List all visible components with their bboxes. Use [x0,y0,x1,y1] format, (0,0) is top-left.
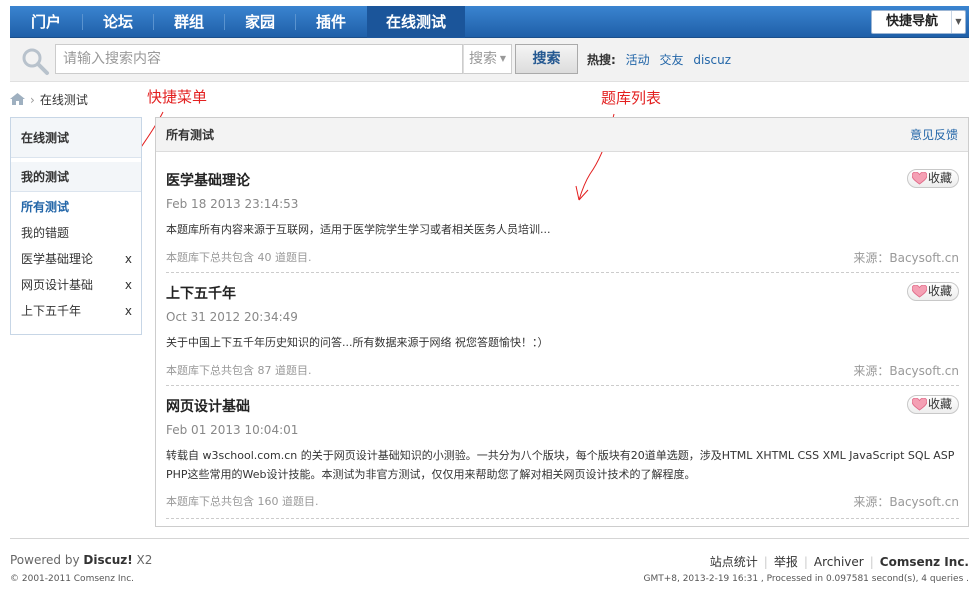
remove-icon[interactable]: x [125,272,132,298]
chevron-right-icon: › [30,93,35,107]
remove-icon[interactable]: x [125,298,132,324]
hot-link-friends[interactable]: 交友 [659,53,683,67]
quiz-date: Feb 18 2013 23:14:53 [166,197,299,211]
nav-item-group[interactable]: 群组 [154,6,224,38]
breadcrumb-current[interactable]: 在线测试 [40,93,88,107]
sidebar-section-title: 我的测试 [11,162,141,192]
sidebar-item-webdesign[interactable]: 网页设计基础 x [11,272,141,298]
quiz-date: Oct 31 2012 20:34:49 [166,310,298,324]
nav-item-home[interactable]: 家园 [225,6,295,38]
quiz-description: 关于中国上下五千年历史知识的问答...所有数据来源于网络 祝您答题愉快！：） [166,336,549,349]
home-icon[interactable] [10,93,25,105]
quiz-question-count: 本题库下总共包含 40 道题目. [166,251,312,264]
favorite-label: 收藏 [928,284,953,298]
hot-link-activity[interactable]: 活动 [626,53,650,67]
sidebar-item-history[interactable]: 上下五千年 x [11,298,141,324]
sidebar-item-label: 网页设计基础 [21,278,94,292]
chevron-down-icon: ▼ [499,54,506,63]
quiz-source: 来源：Bacysoft.cn [853,251,959,265]
annotation-quick-menu: 快捷菜单 [147,88,208,106]
search-button[interactable]: 搜索 [515,44,578,74]
quiz-question-count: 本题库下总共包含 87 道题目. [166,364,312,377]
favorite-button[interactable]: 收藏 [907,282,959,301]
quiz-item: 医学基础理论 收藏 Feb 18 2013 23:14:53 本题库所有内容来源… [166,162,959,273]
panel-title: 所有测试 [166,128,215,142]
search-bar: 请输入搜索内容 搜索 ▼ 搜索 热搜: 活动 交友 discuz [10,38,969,82]
powered-by: Powered by Discuz! X2 [10,553,152,567]
heart-icon [912,398,927,411]
quiz-date: Feb 01 2013 10:04:01 [166,423,299,437]
quiz-description: 本题库所有内容来源于互联网，适用于医学院学生学习或者相关医务人员培训... [166,223,551,236]
sidebar-quick-menu: 在线测试 我的测试 所有测试 我的错题 医学基础理论 x 网页设计基础 x 上下… [10,117,142,335]
quiz-source: 来源：Bacysoft.cn [853,364,959,378]
copyright: © 2001-2011 Comsenz Inc. [10,574,135,584]
sidebar-item-label: 所有测试 [21,200,70,214]
heart-icon [912,172,927,185]
panel-header: 所有测试 意见反馈 [156,118,968,152]
hot-link-discuz[interactable]: discuz [693,53,731,67]
footer-separator: | [803,555,808,569]
footer-link-report[interactable]: 举报 [774,555,798,569]
hot-search-label: 热搜: [587,53,616,67]
footer-separator: | [869,555,874,569]
sidebar-item-my-mistakes[interactable]: 我的错题 [11,220,141,246]
annotation-quiz-list: 题库列表 [601,89,662,107]
sidebar-title[interactable]: 在线测试 [11,118,141,158]
nav-item-plugin[interactable]: 插件 [296,6,366,38]
quiz-description: 转载自 w3school.com.cn 的关于网页设计基础知识的小测验。一共分为… [166,449,955,481]
chevron-down-icon: ▼ [951,11,965,33]
favorite-label: 收藏 [928,171,953,185]
quiz-source: 来源：Bacysoft.cn [853,495,959,509]
quiz-list-panel: 所有测试 意见反馈 医学基础理论 收藏 Feb 18 2013 23:14:53… [155,117,969,527]
footer-link-archiver[interactable]: Archiver [814,555,864,569]
favorite-label: 收藏 [928,397,953,411]
server-stats: GMT+8, 2013-2-19 16:31 , Processed in 0.… [643,574,969,584]
quiz-title[interactable]: 网页设计基础 [166,396,250,416]
quiz-title[interactable]: 上下五千年 [166,283,236,303]
sidebar-item-label: 我的错题 [21,226,70,240]
footer: Powered by Discuz! X2 © 2001-2011 Comsen… [10,538,969,584]
remove-icon[interactable]: x [125,246,132,272]
quiz-item: 网页设计基础 收藏 Feb 01 2013 10:04:01 转载自 w3sch… [166,388,959,519]
search-icon [22,48,49,75]
favorite-button[interactable]: 收藏 [907,395,959,414]
powered-version: X2 [132,553,153,567]
search-type-label: 搜索 [469,51,497,67]
quick-nav-button[interactable]: 快捷导航 ▼ [871,10,966,34]
breadcrumb: › 在线测试 [10,92,88,108]
sidebar-item-label: 医学基础理论 [21,252,94,266]
favorite-button[interactable]: 收藏 [907,169,959,188]
feedback-link[interactable]: 意见反馈 [910,118,958,152]
sidebar-item-medical[interactable]: 医学基础理论 x [11,246,141,272]
quiz-title[interactable]: 医学基础理论 [166,170,250,190]
hot-search: 热搜: 活动 交友 discuz [587,51,731,68]
powered-brand[interactable]: Discuz! [83,553,132,567]
footer-links: 站点统计 | 举报 | Archiver | Comsenz Inc. [710,553,969,570]
powered-prefix: Powered by [10,553,84,567]
footer-link-stats[interactable]: 站点统计 [710,555,758,569]
nav-item-online-test[interactable]: 在线测试 [367,6,465,38]
footer-separator: | [763,555,768,569]
nav-item-portal[interactable]: 门户 [10,6,82,38]
main-nav: 门户 论坛 群组 家园 插件 在线测试 快捷导航 ▼ [10,6,969,38]
quiz-question-count: 本题库下总共包含 160 道题目. [166,495,319,508]
search-type-select[interactable]: 搜索 ▼ [463,44,512,74]
sidebar-item-all-tests[interactable]: 所有测试 [11,194,141,220]
footer-link-comsenz[interactable]: Comsenz Inc. [880,555,969,569]
search-input[interactable]: 请输入搜索内容 [55,44,463,74]
quiz-item: 上下五千年 收藏 Oct 31 2012 20:34:49 关于中国上下五千年历… [166,275,959,386]
sidebar-item-label: 上下五千年 [21,304,82,318]
quick-nav-label: 快捷导航 [886,14,939,29]
heart-icon [912,285,927,298]
nav-item-forum[interactable]: 论坛 [83,6,153,38]
